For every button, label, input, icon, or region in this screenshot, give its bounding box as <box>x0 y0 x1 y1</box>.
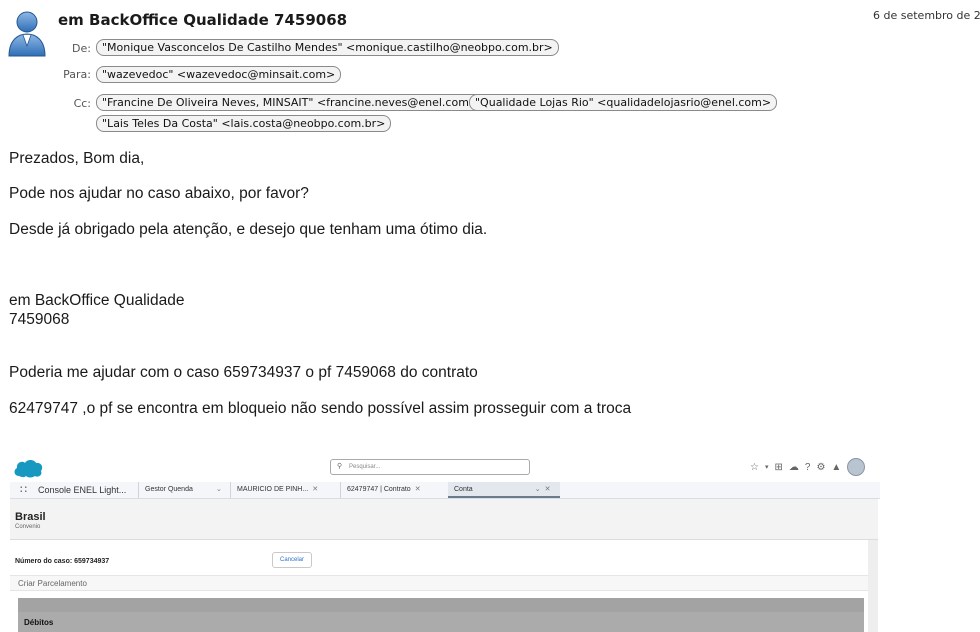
search-icon: ⚲ <box>337 463 343 470</box>
record-content: Número do caso: 659734937 Cancelar Criar… <box>10 540 878 632</box>
cc-address-pill[interactable]: "Lais Teles Da Costa" <lais.costa@neobpo… <box>96 115 392 132</box>
from-label: De: <box>72 42 91 55</box>
debitos-heading: Débitos <box>18 612 864 632</box>
chevron-down-icon[interactable]: ▾ <box>765 463 769 471</box>
utility-icons: ☆ ▾ ⊞ ☁ ? ⚙ ▲ <box>750 458 866 476</box>
console-tab-bar: ∷ Console ENEL Light... Gestor Quenda ⌄ … <box>10 482 880 499</box>
search-input[interactable]: ⚲ Pesquisar... <box>330 459 530 475</box>
email-subject: em BackOffice Qualidade 7459068 <box>58 11 348 29</box>
body-greeting: Prezados, Bom dia, <box>9 150 145 167</box>
email-date: 6 de setembro de 20 <box>873 9 980 22</box>
star-icon[interactable]: ☆ <box>750 462 759 473</box>
signature-line: em BackOffice Qualidade <box>9 292 185 309</box>
app-launcher-icon[interactable]: ∷ <box>20 482 27 498</box>
help-icon[interactable]: ? <box>805 462 811 473</box>
app-name: Console ENEL Light... <box>38 485 127 495</box>
record-title: Brasil <box>15 511 46 523</box>
cc-label: Cc: <box>73 97 91 110</box>
plus-icon[interactable]: ⊞ <box>774 462 782 473</box>
chevron-down-icon[interactable]: ⌄ <box>535 486 541 493</box>
embedded-screenshot: ⚲ Pesquisar... ☆ ▾ ⊞ ☁ ? ⚙ ▲ ∷ Console E… <box>10 452 880 632</box>
tab-mauricio[interactable]: MAURICIO DE PINH... ✕ <box>230 482 345 498</box>
body-line: Desde já obrigado pela atenção, e desejo… <box>9 221 488 238</box>
signature-line: 7459068 <box>9 311 70 328</box>
body-line: 62479747 ,o pf se encontra em bloqueio n… <box>9 400 632 417</box>
record-subtitle: Convenio <box>15 524 41 530</box>
scrollbar[interactable] <box>868 540 878 632</box>
close-icon[interactable]: ✕ <box>415 486 421 493</box>
cloud-icon[interactable]: ☁ <box>789 462 799 473</box>
close-icon[interactable]: ✕ <box>545 486 551 493</box>
tab-conta[interactable]: Conta ⌄ ✕ <box>448 482 560 498</box>
user-avatar[interactable] <box>847 458 866 476</box>
salesforce-cloud-icon <box>12 457 44 479</box>
chevron-down-icon[interactable]: ⌄ <box>216 482 222 498</box>
cc-address-pill[interactable]: "Qualidade Lojas Rio" <qualidadelojasrio… <box>469 94 778 111</box>
close-icon[interactable]: ✕ <box>312 486 318 493</box>
salesforce-top-bar: ⚲ Pesquisar... ☆ ▾ ⊞ ☁ ? ⚙ ▲ <box>10 452 880 482</box>
from-address-pill[interactable]: "Monique Vasconcelos De Castilho Mendes"… <box>96 39 559 56</box>
to-address-pill[interactable]: "wazevedoc" <wazevedoc@minsait.com> <box>96 66 342 83</box>
body-line: Poderia me ajudar com o caso 659734937 o… <box>9 364 478 381</box>
record-header: Brasil Convenio <box>10 499 878 540</box>
section-header: Criar Parcelamento <box>10 575 868 591</box>
to-label: Para: <box>63 68 91 81</box>
cc-address-pill[interactable]: "Francine De Oliveira Neves, MINSAIT" <f… <box>96 94 485 111</box>
case-number: Número do caso: 659734937 <box>15 558 110 565</box>
gear-icon[interactable]: ⚙ <box>816 462 825 473</box>
tab-contrato[interactable]: 62479747 | Contrato ✕ <box>340 482 453 498</box>
search-placeholder: Pesquisar... <box>349 464 381 470</box>
bell-icon[interactable]: ▲ <box>831 462 841 473</box>
cancel-button[interactable]: Cancelar <box>272 552 312 568</box>
body-line: Pode nos ajudar no caso abaixo, por favo… <box>9 185 309 202</box>
sender-avatar-icon <box>6 8 48 58</box>
